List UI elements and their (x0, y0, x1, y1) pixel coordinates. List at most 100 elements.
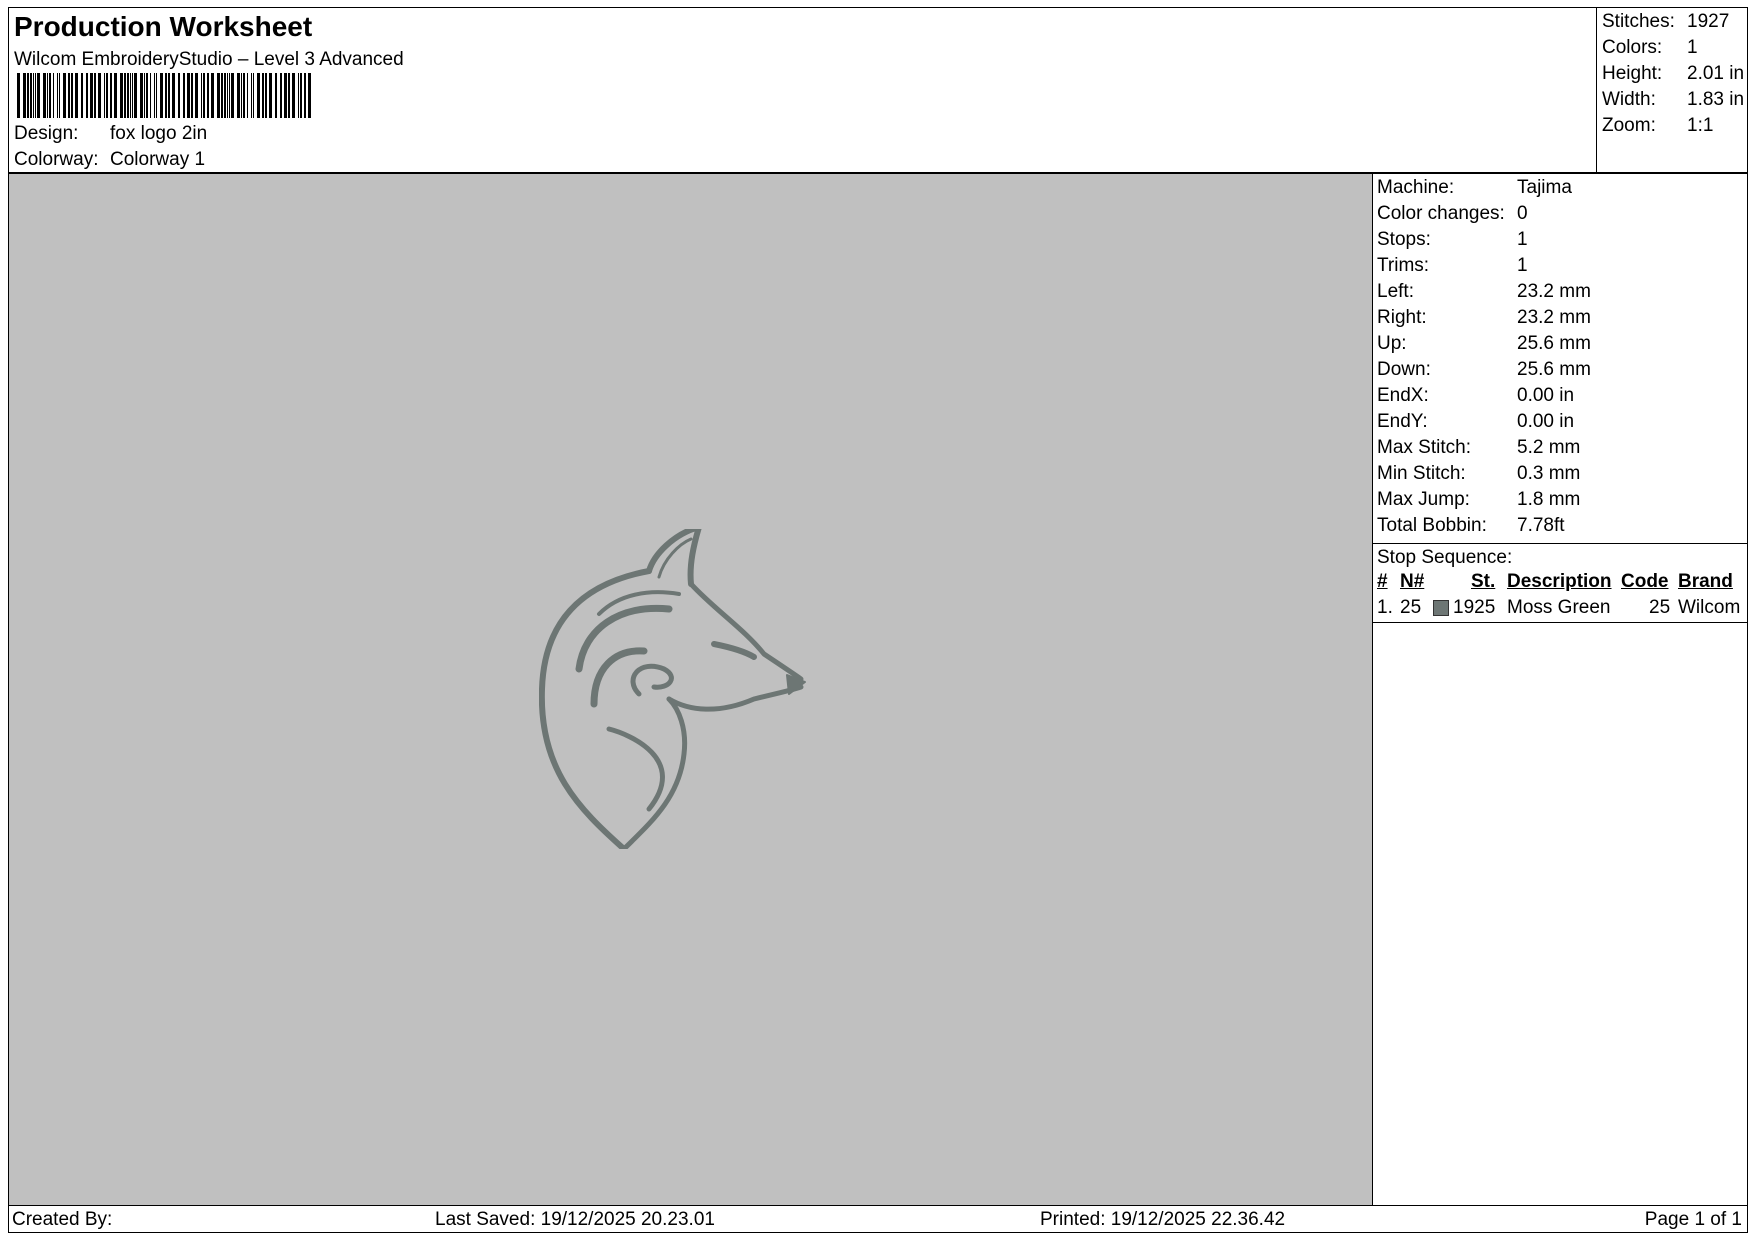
barcode-bar (308, 73, 311, 118)
barcode-bar (165, 73, 167, 118)
barcode-bar (195, 73, 198, 118)
last-saved-text: Last Saved: 19/12/2025 20.23.01 (435, 1209, 715, 1230)
col-header-brand: Brand (1678, 571, 1733, 592)
machine-row-label: Stops: (1377, 229, 1431, 250)
row-brand: Wilcom (1678, 597, 1741, 618)
machine-row-value: 1 (1517, 255, 1528, 276)
barcode-bar (178, 73, 180, 118)
barcode-bar (211, 73, 214, 118)
barcode-bar (53, 73, 54, 118)
col-header-stitches: St. (1471, 571, 1496, 592)
zoom-value: 1:1 (1687, 115, 1714, 136)
colors-label: Colors: (1602, 37, 1663, 58)
barcode-bar (292, 73, 295, 118)
height-value: 2.01 in (1687, 63, 1745, 84)
barcode-bar (68, 73, 70, 118)
barcode-bar (49, 73, 51, 118)
page-title: Production Worksheet (14, 11, 313, 42)
machine-row-value: 1 (1517, 229, 1528, 250)
machine-row-value: Tajima (1517, 177, 1572, 198)
printed-text: Printed: 19/12/2025 22.36.42 (1040, 1209, 1286, 1230)
row-needle: 25 (1400, 597, 1422, 618)
created-by-label: Created By: (12, 1209, 113, 1230)
barcode-bar (187, 73, 190, 118)
machine-row-label: EndX: (1377, 385, 1429, 406)
barcode-bar (207, 73, 209, 118)
machine-row-label: Right: (1377, 307, 1427, 328)
machine-row-label: Color changes: (1377, 203, 1505, 224)
row-description: Moss Green (1507, 597, 1611, 618)
barcode-bar (243, 73, 245, 118)
colorway-label: Colorway: (14, 149, 99, 170)
barcode-bar (134, 73, 137, 118)
barcode-bar (203, 73, 205, 118)
stitches-label: Stitches: (1602, 11, 1675, 32)
barcode-bar (288, 73, 290, 118)
barcode-bar (106, 73, 108, 118)
barcode-bar (140, 73, 143, 118)
software-subtitle: Wilcom EmbroideryStudio – Level 3 Advanc… (14, 49, 404, 70)
barcode-bar (227, 73, 228, 118)
colors-value: 1 (1687, 37, 1698, 58)
barcode-bar (269, 73, 272, 118)
barcode-bar (71, 73, 73, 118)
barcode-bar (90, 73, 93, 118)
barcode-bar (27, 73, 29, 118)
barcode-bar (146, 73, 148, 118)
barcode-bar (221, 73, 223, 118)
stop-sequence-section: Stop Sequence: # N# St. Description Code… (1373, 543, 1747, 796)
barcode-bar (150, 73, 151, 118)
machine-row-label: Trims: (1377, 255, 1430, 276)
machine-row-value: 5.2 mm (1517, 437, 1581, 458)
barcode-bar (33, 73, 34, 118)
barcode-icon (17, 73, 311, 118)
fox-head-icon (539, 529, 806, 849)
machine-row-label: EndY: (1377, 411, 1428, 432)
barcode-bar (17, 73, 20, 118)
barcode-bar (47, 73, 48, 118)
barcode-bar (231, 73, 234, 118)
design-summary-panel: Stitches: 1927 Colors: 1 Height: 2.01 in… (1596, 8, 1749, 174)
barcode-bar (284, 73, 287, 118)
barcode-bar (247, 73, 248, 118)
barcode-bar (183, 73, 185, 118)
stop-sequence-title: Stop Sequence: (1377, 547, 1513, 568)
thread-color-swatch (1433, 600, 1449, 616)
row-num: 1. (1377, 597, 1393, 618)
barcode-bar (280, 73, 282, 118)
machine-row-value: 23.2 mm (1517, 281, 1591, 302)
barcode-bar (120, 73, 123, 118)
design-label: Design: (14, 123, 79, 144)
barcode-bar (300, 73, 302, 118)
barcode-bar (104, 73, 105, 118)
barcode-bar (168, 73, 170, 118)
page-number: Page 1 of 1 (1644, 1209, 1742, 1230)
machine-row-label: Max Stitch: (1377, 437, 1471, 458)
row-code: 25 (1649, 597, 1671, 618)
machine-row-value: 0.00 in (1517, 411, 1575, 432)
header-panel: Production Worksheet Wilcom EmbroiderySt… (8, 7, 1749, 174)
barcode-bar (275, 73, 277, 118)
machine-row-value: 25.6 mm (1517, 359, 1591, 380)
machine-row-label: Left: (1377, 281, 1414, 302)
height-label: Height: (1602, 63, 1663, 84)
barcode-bar (257, 73, 260, 118)
machine-row-value: 25.6 mm (1517, 333, 1591, 354)
barcode-bar (201, 73, 202, 118)
barcode-bar (98, 73, 101, 118)
design-preview-canvas[interactable] (8, 173, 1373, 1206)
barcode-bar (304, 73, 306, 118)
barcode-bar (59, 73, 60, 118)
col-header-num: # (1377, 571, 1388, 592)
barcode-bar (265, 73, 267, 118)
col-header-code: Code (1621, 571, 1669, 592)
machine-row-value: 23.2 mm (1517, 307, 1591, 328)
barcode-bar (114, 73, 117, 118)
barcode-bar (172, 73, 175, 118)
barcode-bar (86, 73, 88, 118)
barcode-bar (160, 73, 163, 118)
barcode-bar (298, 73, 299, 118)
barcode-bar (217, 73, 220, 118)
barcode-bar (124, 73, 126, 118)
width-value: 1.83 in (1687, 89, 1745, 110)
